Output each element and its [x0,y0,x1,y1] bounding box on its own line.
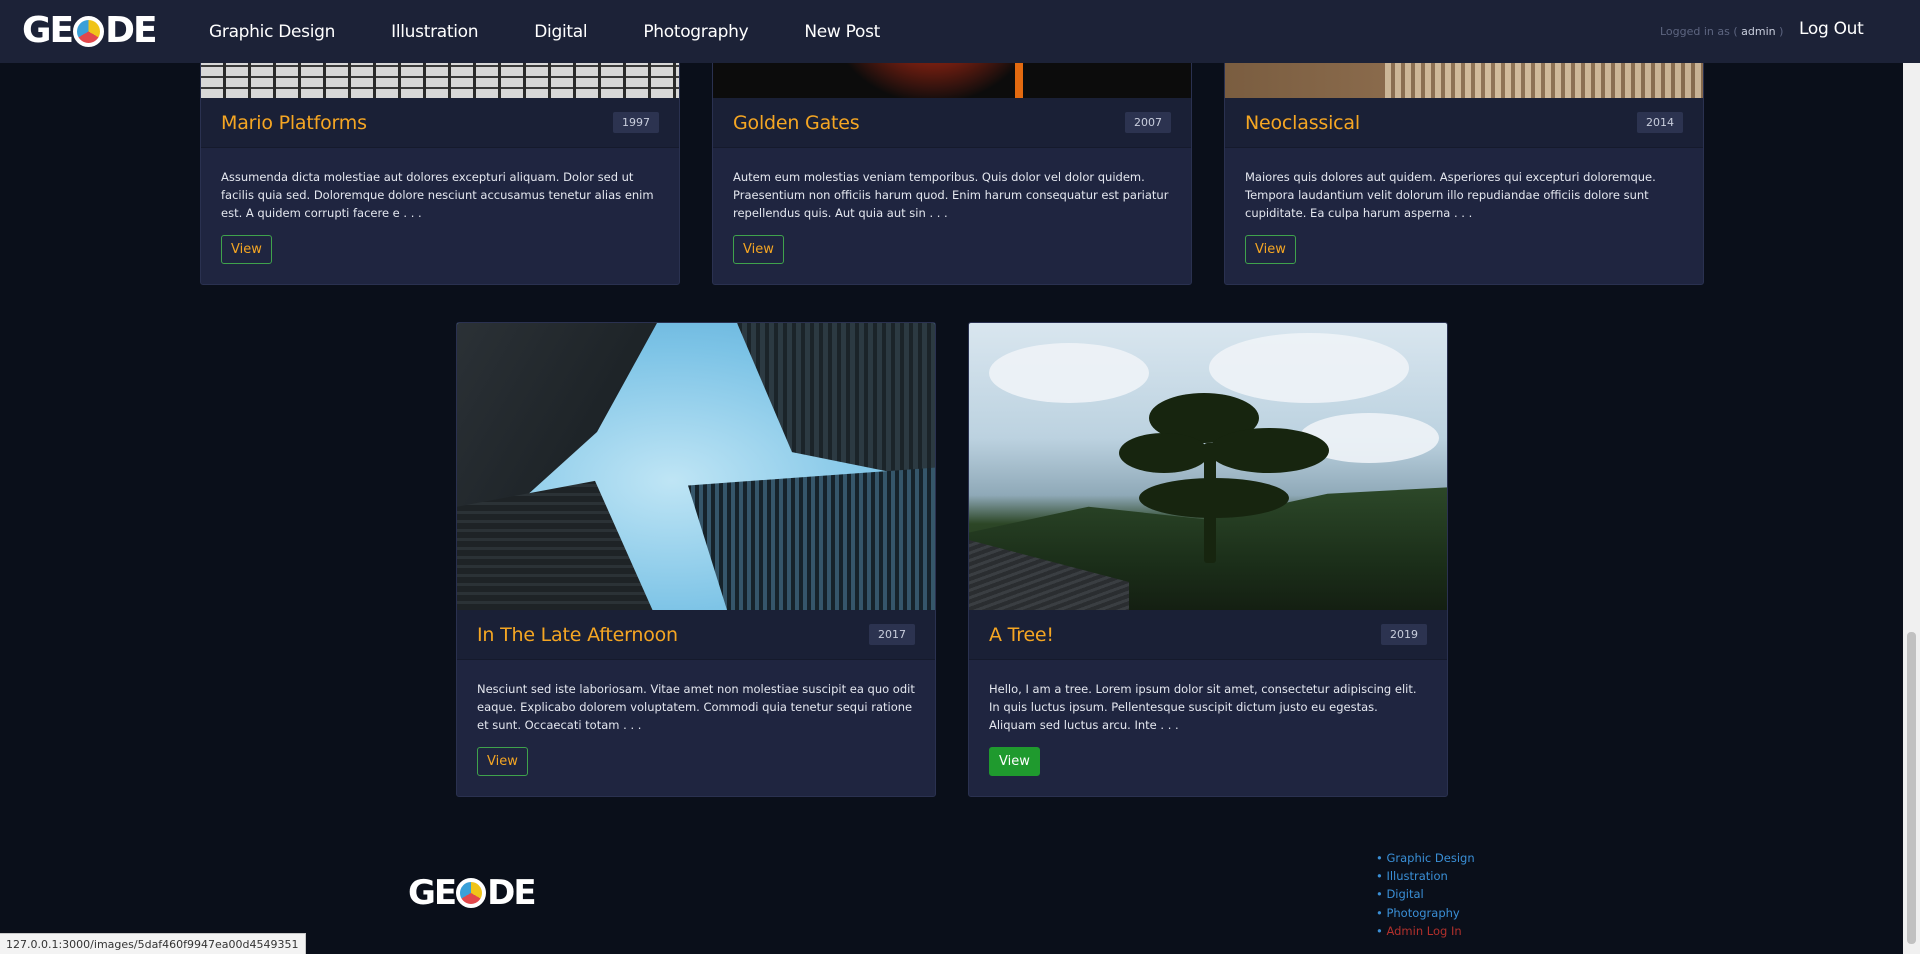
card-title: Neoclassical [1245,111,1360,134]
scrollbar-thumb[interactable] [1907,632,1916,944]
footer-logo-text-suffix: DE [487,873,536,913]
card-description: Nesciunt sed iste laboriosam. Vitae amet… [477,682,915,732]
footer-link-item: Admin Log In [1376,922,1475,940]
footer-link-item: Photography [1376,904,1475,922]
card-title: A Tree! [989,623,1054,646]
view-button[interactable]: View [733,235,784,264]
top-navbar: GE DE Graphic Design Illustration Digital… [0,0,1920,63]
card-year-badge: 2017 [869,624,915,645]
logged-in-status: Logged in as ( admin ) [1660,25,1783,38]
nav-links: Graphic Design Illustration Digital Phot… [209,0,936,63]
card-body: Autem eum molestias veniam temporibus. Q… [713,148,1191,284]
logged-in-user: admin [1741,25,1776,38]
card-title: Golden Gates [733,111,860,134]
nav-link-new-post[interactable]: New Post [804,22,880,42]
card-year-badge: 1997 [613,112,659,133]
card-body: Hello, I am a tree. Lorem ipsum dolor si… [969,660,1447,796]
geode-logo[interactable]: GE DE [22,10,158,51]
logo-text-prefix: GE [22,10,74,51]
card-header: In The Late Afternoon 2017 [457,610,935,660]
card-description: Hello, I am a tree. Lorem ipsum dolor si… [989,682,1417,732]
footer-links: Graphic Design Illustration Digital Phot… [1376,849,1475,940]
footer-link-illustration[interactable]: Illustration [1386,869,1447,883]
logo-ball-icon [73,15,105,47]
card-title: Mario Platforms [221,111,367,134]
footer-link-graphic-design[interactable]: Graphic Design [1386,851,1474,865]
card-header: Golden Gates 2007 [713,98,1191,148]
view-button[interactable]: View [989,747,1040,776]
nav-link-graphic-design[interactable]: Graphic Design [209,22,335,42]
footer-link-admin-log-in[interactable]: Admin Log In [1386,924,1461,938]
logged-in-suffix: ) [1779,25,1784,38]
card-body: Nesciunt sed iste laboriosam. Vitae amet… [457,660,935,796]
footer-link-item: Illustration [1376,867,1475,885]
footer-link-photography[interactable]: Photography [1386,906,1459,920]
footer-logo-ball-icon [456,878,487,908]
logout-link[interactable]: Log Out [1799,19,1864,39]
nav-link-illustration[interactable]: Illustration [391,22,478,42]
card-description: Maiores quis dolores aut quidem. Asperio… [1245,170,1656,220]
nav-link-photography[interactable]: Photography [643,22,748,42]
page-scrollbar[interactable] [1903,0,1920,954]
card-title: In The Late Afternoon [477,623,678,646]
card-in-the-late-afternoon: In The Late Afternoon 2017 Nesciunt sed … [456,322,936,797]
card-description: Assumenda dicta molestiae aut dolores ex… [221,170,654,220]
footer-link-item: Digital [1376,885,1475,903]
card-header: Neoclassical 2014 [1225,98,1703,148]
card-description: Autem eum molestias veniam temporibus. Q… [733,170,1169,220]
footer-link-item: Graphic Design [1376,849,1474,867]
card-header: Mario Platforms 1997 [201,98,679,148]
nav-link-digital[interactable]: Digital [534,22,587,42]
view-button[interactable]: View [221,235,272,264]
logo-text-suffix: DE [105,10,158,51]
footer-geode-logo[interactable]: GE DE [408,873,537,913]
card-a-tree: A Tree! 2019 Hello, I am a tree. Lorem i… [968,322,1448,797]
card-image[interactable] [457,323,935,610]
card-year-badge: 2007 [1125,112,1171,133]
card-header: A Tree! 2019 [969,610,1447,660]
card-year-badge: 2014 [1637,112,1683,133]
footer-logo-text-prefix: GE [408,873,457,913]
card-year-badge: 2019 [1381,624,1427,645]
footer-link-digital[interactable]: Digital [1386,887,1423,901]
card-body: Maiores quis dolores aut quidem. Asperio… [1225,148,1703,284]
view-button[interactable]: View [477,747,528,776]
card-body: Assumenda dicta molestiae aut dolores ex… [201,148,679,284]
card-image[interactable] [969,323,1447,610]
logged-in-prefix: Logged in as ( [1660,25,1738,38]
view-button[interactable]: View [1245,235,1296,264]
browser-status-bar: 127.0.0.1:3000/images/5daf460f9947ea00d4… [0,933,306,954]
